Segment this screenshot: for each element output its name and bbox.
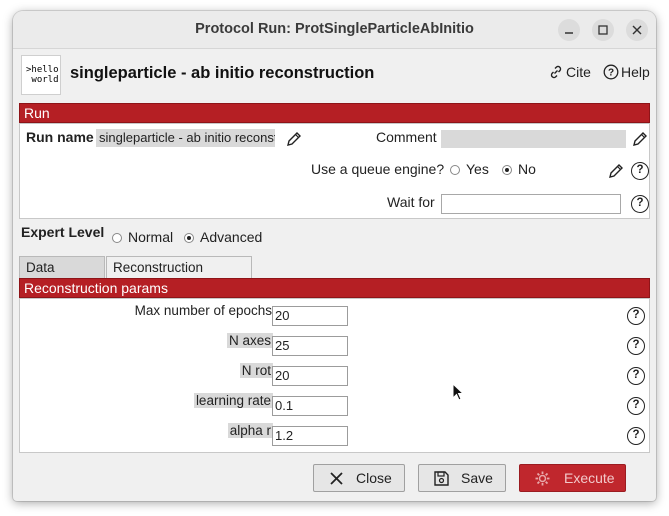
run-name-field[interactable]: singleparticle - ab initio reconst xyxy=(96,129,275,147)
alpha-r-help-icon[interactable]: ? xyxy=(627,427,645,445)
maximize-button[interactable] xyxy=(592,19,614,41)
protocol-title: singleparticle - ab initio reconstructio… xyxy=(70,64,375,82)
save-button[interactable]: Save xyxy=(418,464,506,492)
logo-line-2: world xyxy=(26,75,59,85)
radio-dot xyxy=(112,233,122,243)
link-icon xyxy=(550,65,562,79)
help-icon: ? xyxy=(603,64,619,80)
minimize-button[interactable] xyxy=(558,19,580,41)
run-section: Run name singleparticle - ab initio reco… xyxy=(19,123,650,219)
n-rot-label: N rot xyxy=(239,363,273,378)
expert-normal-radio[interactable]: Normal xyxy=(112,229,173,245)
gear-icon xyxy=(535,471,550,486)
queue-no-radio[interactable]: No xyxy=(502,161,536,177)
window-titlebar[interactable]: Protocol Run: ProtSingleParticleAbInitio xyxy=(13,11,656,49)
close-icon xyxy=(632,25,642,35)
tab-reconstruction-params[interactable]: Reconstruction params xyxy=(106,256,252,296)
edit-run-name-icon[interactable] xyxy=(285,130,303,148)
wait-for-help-icon[interactable]: ? xyxy=(631,195,649,213)
radio-dot-selected xyxy=(502,165,512,175)
reconstruction-params-header: Reconstruction params xyxy=(19,278,650,298)
max-epochs-help-icon[interactable]: ? xyxy=(627,307,645,325)
maximize-icon xyxy=(598,25,608,35)
logo-line-1: >hello xyxy=(26,65,59,75)
close-button-label: Close xyxy=(356,470,392,486)
edit-queue-icon[interactable] xyxy=(607,162,625,180)
run-name-label: Run name xyxy=(26,129,94,145)
radio-dot-selected xyxy=(184,233,194,243)
svg-text:?: ? xyxy=(608,68,614,79)
expert-normal-label: Normal xyxy=(128,229,174,245)
n-rot-input[interactable]: 20 xyxy=(272,366,348,386)
expert-advanced-label: Advanced xyxy=(200,229,263,245)
alpha-r-label: alpha r xyxy=(227,423,273,438)
learning-rate-input[interactable]: 0.1 xyxy=(272,396,348,416)
help-link[interactable]: ? Help xyxy=(603,64,650,80)
n-axes-help-icon[interactable]: ? xyxy=(627,337,645,355)
expert-level-label: Expert Level xyxy=(21,224,105,240)
mouse-pointer-icon xyxy=(452,383,464,401)
edit-comment-icon[interactable] xyxy=(631,130,649,148)
learning-rate-label: learning rate xyxy=(193,393,273,408)
run-section-header: Run xyxy=(19,103,650,123)
cite-label: Cite xyxy=(566,64,591,80)
queue-yes-radio[interactable]: Yes xyxy=(450,161,489,177)
queue-help-icon[interactable]: ? xyxy=(631,162,649,180)
wait-for-label: Wait for xyxy=(387,194,435,210)
n-axes-label: N axes xyxy=(226,333,273,348)
max-epochs-label: Max number of epochs xyxy=(134,303,272,318)
save-button-label: Save xyxy=(461,470,493,486)
execute-button[interactable]: Execute xyxy=(519,464,626,492)
cite-link[interactable]: Cite xyxy=(548,64,591,80)
protocol-header: >hello world singleparticle - ab initio … xyxy=(13,50,656,102)
expert-advanced-radio[interactable]: Advanced xyxy=(184,229,262,245)
close-window-button[interactable] xyxy=(626,19,648,41)
close-x-icon xyxy=(330,472,343,485)
protocol-run-window: Protocol Run: ProtSingleParticleAbInitio… xyxy=(13,11,656,501)
help-label: Help xyxy=(621,64,650,80)
queue-no-label: No xyxy=(518,161,536,177)
save-disk-icon xyxy=(434,471,449,486)
queue-yes-label: Yes xyxy=(466,161,489,177)
reconstruction-params-panel: Max number of epochs 20 ? N axes 25 ? N … xyxy=(19,298,650,453)
hello-world-logo: >hello world xyxy=(21,55,61,95)
radio-dot xyxy=(450,165,460,175)
n-axes-input[interactable]: 25 xyxy=(272,336,348,356)
max-epochs-input[interactable]: 20 xyxy=(272,306,348,326)
tab-data-params[interactable]: Data params xyxy=(19,256,105,296)
wait-for-input[interactable] xyxy=(441,194,621,214)
minimize-icon xyxy=(565,32,573,34)
alpha-r-input[interactable]: 1.2 xyxy=(272,426,348,446)
close-button[interactable]: Close xyxy=(313,464,405,492)
comment-field[interactable] xyxy=(441,130,626,148)
n-rot-help-icon[interactable]: ? xyxy=(627,367,645,385)
execute-button-label: Execute xyxy=(564,470,615,486)
queue-engine-label: Use a queue engine? xyxy=(311,161,445,177)
learning-rate-help-icon[interactable]: ? xyxy=(627,397,645,415)
comment-label: Comment xyxy=(376,129,437,145)
